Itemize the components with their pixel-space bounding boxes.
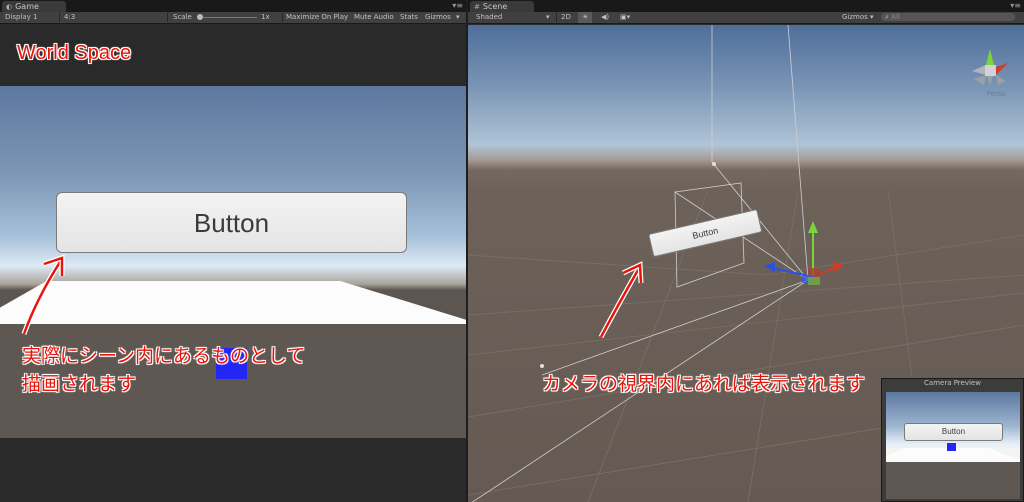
search-placeholder: All: [891, 13, 900, 21]
shading-mode-dropdown[interactable]: Shaded: [476, 12, 502, 23]
camera-preview-title: Camera Preview: [924, 379, 981, 387]
toolbar-divider: [556, 13, 557, 22]
camera-preview-view: Button: [886, 392, 1020, 499]
game-caption-line1: 実際にシーン内にあるものとして: [22, 345, 306, 367]
scene-grid-icon: #: [474, 3, 480, 11]
lighting-toggle-icon[interactable]: ☀: [578, 12, 593, 23]
annotation-arrow: [21, 254, 65, 335]
scene-gizmos-toggle[interactable]: Gizmos: [842, 12, 868, 23]
game-caption-line2: 描画されます: [22, 373, 137, 395]
mode-2d-toggle[interactable]: 2D: [561, 12, 571, 23]
game-panel: ◐ Game ▾≡ Display 1 4:3 Scale 1x Maximize…: [0, 0, 466, 502]
panel-menu-icon[interactable]: ▾≡: [1010, 1, 1021, 11]
tab-scene-label: Scene: [482, 2, 508, 11]
preview-ground: [886, 462, 1020, 499]
scene-caption: カメラの視界内にあれば表示されます: [542, 373, 866, 395]
persp-label[interactable]: Persp: [987, 90, 1006, 98]
scene-orientation-gizmo[interactable]: [964, 37, 1024, 121]
shading-dropdown-icon[interactable]: ▾: [546, 12, 550, 23]
scene-toolbar: Shaded ▾ 2D ☀ ◀) ▣▾ Gizmos ▾ ⌕ All: [468, 12, 1024, 24]
hierarchy-search-input[interactable]: ⌕ All: [881, 13, 1015, 21]
scene-panel: # Scene ▾≡ Shaded ▾ 2D ☀ ◀) ▣▾ Gizmos ▾ ⌕…: [468, 0, 1024, 502]
scene-tabbar: # Scene ▾≡: [468, 0, 1024, 12]
search-icon: ⌕: [885, 13, 889, 21]
tab-scene[interactable]: # Scene: [470, 1, 534, 12]
gizmos-dropdown-icon[interactable]: ▾: [870, 12, 874, 23]
preview-blue-cube: [947, 443, 956, 451]
preview-button: Button: [904, 423, 1003, 441]
camera-preview-window: Camera Preview Button: [881, 378, 1024, 502]
effects-toggle-icon[interactable]: ▣▾: [620, 12, 630, 23]
audio-toggle-icon[interactable]: ◀): [601, 12, 609, 23]
